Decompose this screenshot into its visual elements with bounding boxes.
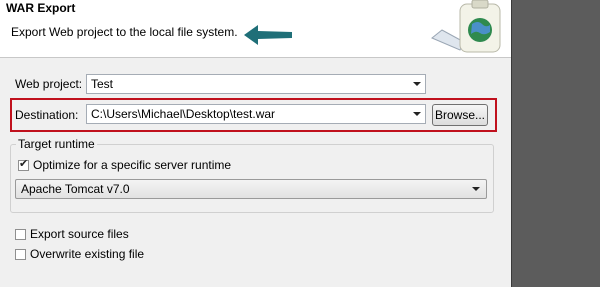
destination-combo[interactable]: C:\Users\Michael\Desktop\test.war — [86, 104, 426, 124]
web-project-label: Web project: — [15, 77, 83, 91]
server-runtime-select[interactable]: Apache Tomcat v7.0 — [15, 179, 487, 199]
browse-button[interactable]: Browse... — [432, 104, 488, 126]
export-source-checkbox[interactable] — [15, 229, 26, 240]
server-runtime-value: Apache Tomcat v7.0 — [21, 182, 130, 196]
chevron-down-icon[interactable] — [472, 187, 480, 191]
export-source-label: Export source files — [30, 227, 129, 241]
destination-label: Destination: — [15, 108, 79, 122]
web-project-value: Test — [91, 77, 114, 91]
banner-description: Export Web project to the local file sys… — [11, 25, 238, 39]
checkmark-icon: ✔ — [19, 158, 29, 170]
background-area — [512, 0, 600, 287]
destination-value: C:\Users\Michael\Desktop\test.war — [91, 107, 276, 121]
war-export-dialog: WAR Export Export Web project to the loc… — [0, 0, 512, 287]
wizard-banner: WAR Export Export Web project to the loc… — [0, 0, 511, 58]
chevron-down-icon[interactable] — [413, 112, 421, 116]
chevron-down-icon[interactable] — [413, 82, 421, 86]
banner-title: WAR Export — [6, 1, 76, 15]
web-project-combo[interactable]: Test — [86, 74, 426, 94]
optimize-runtime-checkbox[interactable]: ✔ — [18, 158, 29, 171]
arrow-left-icon — [244, 25, 292, 45]
war-export-wizard-icon — [431, 0, 501, 53]
optimize-runtime-label: Optimize for a specific server runtime — [33, 158, 232, 172]
overwrite-existing-checkbox[interactable] — [15, 249, 26, 260]
target-runtime-title: Target runtime — [16, 137, 97, 151]
overwrite-existing-label: Overwrite existing file — [30, 247, 145, 261]
